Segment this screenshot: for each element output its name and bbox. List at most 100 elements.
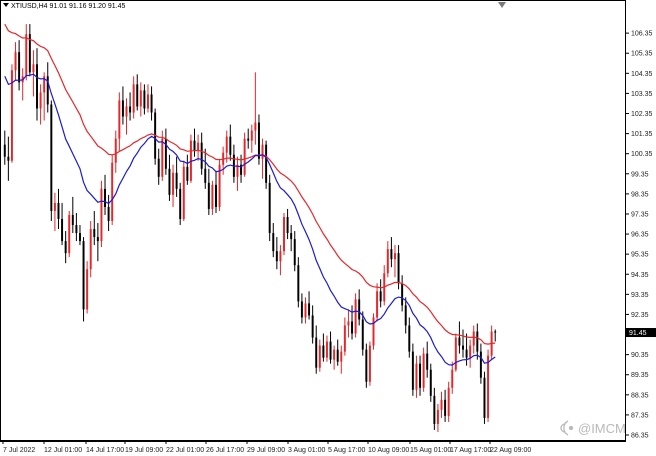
candle-bearish — [293, 239, 296, 266]
time-axis-label: 3 Aug 01:00 — [288, 447, 325, 454]
price-axis-label: 90.35 — [631, 352, 649, 359]
time-axis-label: 19 Jul 09:00 — [125, 447, 163, 454]
candle-bearish — [18, 52, 21, 83]
time-axis-label: 15 Aug 01:00 — [410, 447, 451, 454]
candle-bearish — [57, 202, 60, 219]
candle-bullish — [32, 64, 35, 73]
candle-bearish — [7, 156, 10, 161]
price-axis-label: 94.35 — [631, 272, 649, 279]
candle-bullish — [111, 162, 114, 222]
time-axis-label: 10 Aug 09:00 — [368, 447, 409, 454]
candle-bullish — [261, 144, 264, 159]
candle-bearish — [61, 218, 64, 242]
candle-bearish — [351, 321, 354, 334]
candle-bullish — [125, 106, 128, 117]
candle-bullish — [340, 351, 343, 362]
candle-bearish — [75, 225, 78, 234]
candle-bearish — [433, 395, 436, 424]
candle-bearish — [462, 345, 464, 350]
time-axis-label: 22 Aug 09:00 — [490, 447, 531, 454]
candle-bullish — [100, 188, 103, 242]
price-axis-label: 95.35 — [631, 252, 649, 259]
candle-bearish — [96, 237, 99, 242]
time-axis-label: 14 Jul 17:00 — [86, 447, 124, 454]
chart-symbol-header: XTIUSD,H4 91.01 91.16 91.20 91.45 — [11, 3, 126, 10]
time-axis-label: 17 Aug 17:00 — [450, 447, 491, 454]
candle-bearish — [82, 241, 85, 310]
candle-bearish — [107, 206, 110, 222]
candle-bearish — [175, 172, 178, 189]
candle-bullish — [347, 321, 350, 326]
candle-bullish — [53, 202, 56, 211]
price-axis-label: 99.35 — [631, 171, 649, 178]
price-axis-label: 86.35 — [631, 432, 649, 439]
candle-bullish — [343, 325, 346, 352]
candle-bearish — [36, 64, 38, 109]
price-axis-label: 89.35 — [631, 372, 649, 379]
candle-bearish — [71, 214, 74, 226]
candle-bullish — [325, 341, 328, 358]
candle-bearish — [401, 283, 404, 306]
candle-bearish — [404, 305, 407, 326]
candle-bearish — [272, 233, 275, 252]
price-chart[interactable]: 106.35 105.35 104.35 103.35 102.35 101.35 100.… — [0, 0, 656, 456]
candle-bullish — [243, 138, 246, 175]
candle-bullish — [86, 269, 89, 310]
candle-bearish — [275, 251, 278, 262]
candle-bullish — [354, 299, 357, 334]
candle-bearish — [179, 188, 182, 219]
candle-bearish — [361, 319, 364, 350]
candle-bearish — [336, 349, 339, 362]
candle-bullish — [132, 84, 135, 113]
candle-bearish — [121, 100, 124, 117]
candle-bearish — [494, 331, 497, 333]
candle-bullish — [146, 94, 149, 109]
current-price-value: 91.45 — [629, 330, 647, 337]
candle-bullish — [39, 92, 42, 109]
candle-bullish — [254, 122, 257, 131]
candle-bearish — [379, 291, 382, 302]
candle-bearish — [50, 104, 53, 211]
candle-bearish — [408, 325, 411, 352]
candle-bearish — [164, 138, 167, 169]
price-axis-label: 88.35 — [631, 392, 649, 399]
price-axis-label: 105.35 — [631, 51, 653, 58]
time-axis-label: 7 Jul 2022 — [3, 447, 35, 454]
candle-bearish — [329, 341, 332, 360]
time-axis-label: 22 Jul 01:00 — [166, 447, 204, 454]
candle-bearish — [257, 122, 260, 159]
candle-bearish — [286, 216, 289, 234]
candle-bullish — [440, 399, 443, 410]
price-axis-label: 96.35 — [631, 232, 649, 239]
candle-bearish — [397, 253, 400, 284]
candle-bearish — [193, 140, 196, 151]
price-axis-label: 97.35 — [631, 211, 649, 218]
candle-bearish — [483, 377, 486, 418]
candle-bullish — [139, 90, 142, 107]
candle-bullish — [182, 166, 185, 219]
time-axis-label: 5 Aug 17:00 — [328, 447, 365, 454]
candle-bullish — [197, 142, 200, 151]
candle-bullish — [304, 303, 307, 318]
candle-bearish — [157, 158, 160, 177]
candle-bearish — [143, 90, 146, 109]
candle-bearish — [229, 136, 232, 155]
candle-bullish — [250, 130, 253, 141]
candle-bullish — [447, 387, 450, 416]
candle-bullish — [454, 337, 457, 370]
candle-bearish — [64, 241, 67, 254]
time-axis-label: 26 Jul 17:00 — [206, 447, 244, 454]
candle-bullish — [114, 138, 117, 163]
candle-bullish — [172, 172, 175, 195]
candle-bullish — [25, 34, 28, 77]
candle-bullish — [436, 409, 439, 424]
price-axis-label: 104.35 — [631, 71, 653, 78]
price-axis-labels: 106.35 105.35 104.35 103.35 102.35 101.35 100.… — [626, 31, 653, 439]
candle-bearish — [479, 351, 482, 378]
candle-bearish — [93, 229, 96, 238]
candle-bullish — [279, 251, 282, 262]
candle-bearish — [186, 166, 189, 181]
candle-bearish — [297, 265, 300, 302]
time-axis-label: 29 Jul 09:00 — [247, 447, 285, 454]
candle-bearish — [444, 399, 447, 416]
